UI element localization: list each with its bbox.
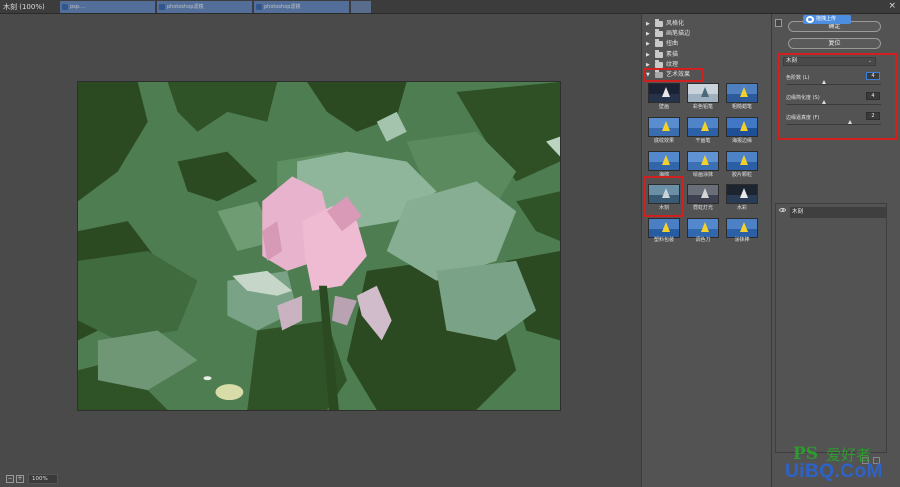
category-label: 扭曲	[666, 40, 679, 47]
folder-icon	[655, 50, 663, 58]
thumb-label: 涂抹棒	[734, 237, 750, 243]
thumb-label: 海报边缘	[731, 138, 752, 144]
settings-highlight	[778, 53, 897, 140]
cutout-thumb-highlight	[644, 176, 684, 217]
artistic-category-highlight	[644, 68, 704, 82]
filter-thumb-neon-glow[interactable]	[687, 184, 719, 204]
background-tab[interactable]: photoshop滤镜	[254, 1, 349, 13]
cloud-upload-icon	[806, 16, 814, 23]
preview-area	[0, 14, 641, 472]
category-sketch[interactable]: ▶ 素描	[646, 50, 678, 60]
effect-layer-row[interactable]: 木刻	[790, 207, 886, 218]
thumb-label: 绘画涂抹	[692, 172, 713, 178]
filter-thumb-colored-pencil[interactable]	[687, 83, 719, 103]
zoom-select[interactable]: 100%	[28, 474, 58, 484]
woodcut-lotus-illustration	[78, 82, 560, 410]
window-title: 木刻 (100%)	[3, 3, 45, 11]
folder-icon	[655, 29, 663, 37]
effect-layers-box: 木刻	[775, 203, 887, 453]
triangle-right-icon: ▶	[646, 52, 650, 58]
background-tabs: psp.... photoshop滤镜 photoshop滤镜	[60, 1, 371, 13]
thumb-label: 霓虹灯光	[692, 205, 713, 211]
category-label: 画笔描边	[666, 30, 691, 37]
thumb-label: 彩色铅笔	[692, 104, 713, 110]
upload-badge-label: 拖拽上传	[816, 16, 837, 22]
filter-thumb-smudge-stick[interactable]	[726, 218, 758, 238]
filter-thumb-sponge[interactable]	[648, 151, 680, 171]
filter-thumb-rough-pastels[interactable]	[726, 83, 758, 103]
thumb-label: 粗糙蜡笔	[731, 104, 752, 110]
title-bar: 木刻 (100%) psp.... photoshop滤镜 photoshop滤…	[0, 0, 900, 14]
category-label: 风格化	[666, 20, 685, 27]
filter-thumb-dry-brush[interactable]	[687, 117, 719, 137]
thumb-label: 底纹效果	[653, 138, 674, 144]
filter-thumb-watercolor[interactable]	[726, 184, 758, 204]
thumb-label: 塑料包装	[653, 237, 674, 243]
thumb-label: 胶片颗粒	[731, 172, 752, 178]
thumb-label: 调色刀	[695, 237, 711, 243]
collapse-panel-icon[interactable]	[775, 19, 782, 27]
category-label: 素描	[666, 51, 679, 58]
thumb-label: 干画笔	[695, 138, 711, 144]
upload-badge[interactable]: 拖拽上传	[803, 15, 851, 24]
status-bar: − + 100%	[0, 472, 641, 487]
filter-thumb-poster-edges[interactable]	[726, 117, 758, 137]
filter-thumb-paint-daubs[interactable]	[687, 151, 719, 171]
background-tab-overflow	[351, 1, 371, 13]
zoom-in-button[interactable]: +	[16, 475, 24, 483]
category-brush-strokes[interactable]: ▶ 画笔描边	[646, 29, 690, 39]
filter-thumb-palette-knife[interactable]	[687, 218, 719, 238]
filter-gallery-panel: ▶ 风格化 ▶ 画笔描边 ▶ 扭曲 ▶ 素描 ▶ 纹理 ▼ 艺术效果 壁画 彩色…	[641, 14, 771, 487]
eye-icon[interactable]	[779, 208, 786, 212]
thumb-label: 壁画	[658, 104, 669, 110]
filter-thumb-film-grain[interactable]	[726, 151, 758, 171]
reset-button[interactable]: 复位	[788, 38, 881, 49]
background-tab[interactable]: psp....	[60, 1, 155, 13]
background-tab[interactable]: photoshop滤镜	[157, 1, 252, 13]
category-stylize[interactable]: ▶ 风格化	[646, 19, 684, 29]
triangle-right-icon: ▶	[646, 31, 650, 37]
thumb-label: 水彩	[736, 205, 747, 211]
close-icon[interactable]: ×	[888, 1, 896, 11]
zoom-out-button[interactable]: −	[6, 475, 14, 483]
filter-thumb-underpainting[interactable]	[648, 117, 680, 137]
preview-image[interactable]	[77, 81, 561, 411]
filter-thumb-plastic-wrap[interactable]	[648, 218, 680, 238]
watermark-url: UiBQ.CoM	[785, 461, 883, 482]
filter-settings-panel: 确定 拖拽上传 复位 木刻 ⌄ 色阶数 (L) 4 边缘简化度 (S) 4 边缘…	[771, 14, 900, 487]
filter-thumb-fresco[interactable]	[648, 83, 680, 103]
triangle-right-icon: ▶	[646, 41, 650, 47]
folder-icon	[655, 39, 663, 47]
folder-icon	[655, 19, 663, 27]
triangle-right-icon: ▶	[646, 21, 650, 27]
category-distort[interactable]: ▶ 扭曲	[646, 39, 678, 49]
